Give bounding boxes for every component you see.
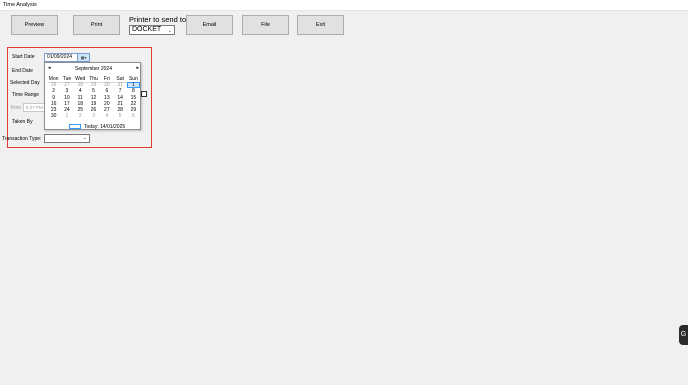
calendar-day[interactable]: 30 <box>47 113 60 119</box>
calendar-month-title[interactable]: September 2024 <box>45 66 142 72</box>
taken-by-label: Taken By <box>12 119 33 125</box>
chevron-down-icon: ⌄ <box>82 135 87 141</box>
start-date-value: 01/09/2024 <box>47 54 73 60</box>
start-date-picker[interactable]: 01/09/2024 ▦▾ <box>44 53 90 62</box>
chevron-down-icon: ⌄ <box>167 28 172 34</box>
printer-label: Printer to send to <box>129 15 187 24</box>
time-from-value: 5:27 PM <box>26 105 43 110</box>
calendar-day[interactable]: 5 <box>113 113 126 119</box>
print-button[interactable]: Print <box>73 15 120 35</box>
calendar-day[interactable]: 1 <box>60 113 73 119</box>
selected-day-label: Selected Day <box>10 80 40 86</box>
today-marker-icon <box>69 124 81 129</box>
transaction-type-select[interactable]: ⌄ <box>44 134 90 143</box>
file-button[interactable]: File <box>242 15 289 35</box>
time-range-checkbox[interactable] <box>141 91 147 97</box>
printer-select[interactable]: DOCKET ⌄ <box>129 25 175 35</box>
exit-button[interactable]: Exit <box>297 15 344 35</box>
calendar-day[interactable]: 4 <box>100 113 113 119</box>
time-from-input[interactable]: 5:27 PM <box>23 103 45 112</box>
time-from-label: from <box>11 105 21 111</box>
window-title: Time Analysis <box>3 2 37 8</box>
printer-select-value: DOCKET <box>132 26 162 33</box>
calendar-day[interactable]: 6 <box>127 113 140 119</box>
side-tab[interactable]: G <box>679 325 688 345</box>
today-link[interactable]: Today: 14/01/2025 <box>69 123 125 130</box>
calendar-popup: ◂ September 2024 ▸ Mon Tue Wed Thu Fri Sat Sun… <box>44 62 141 130</box>
calendar-header: ◂ September 2024 ▸ <box>45 65 142 73</box>
preview-button[interactable]: Preview <box>11 15 58 35</box>
calendar-day[interactable]: 2 <box>74 113 87 119</box>
calendar-day[interactable]: 3 <box>87 113 100 119</box>
calendar-dropdown-icon[interactable]: ▦▾ <box>77 54 89 61</box>
title-bar: Time Analysis <box>0 0 688 11</box>
start-date-label: Start Date <box>12 54 35 60</box>
end-date-label: End Date <box>12 68 33 74</box>
today-label: Today: 14/01/2025 <box>84 123 126 130</box>
time-range-label: Time Range <box>12 92 40 98</box>
calendar-grid: Mon Tue Wed Thu Fri Sat Sun 26 27 28 29 30 31 1 2 3 4 5 6 7… <box>47 76 141 119</box>
transaction-type-label: Transaction Type: <box>2 136 42 142</box>
next-month-icon[interactable]: ▸ <box>136 65 139 71</box>
email-button[interactable]: Email <box>186 15 233 35</box>
